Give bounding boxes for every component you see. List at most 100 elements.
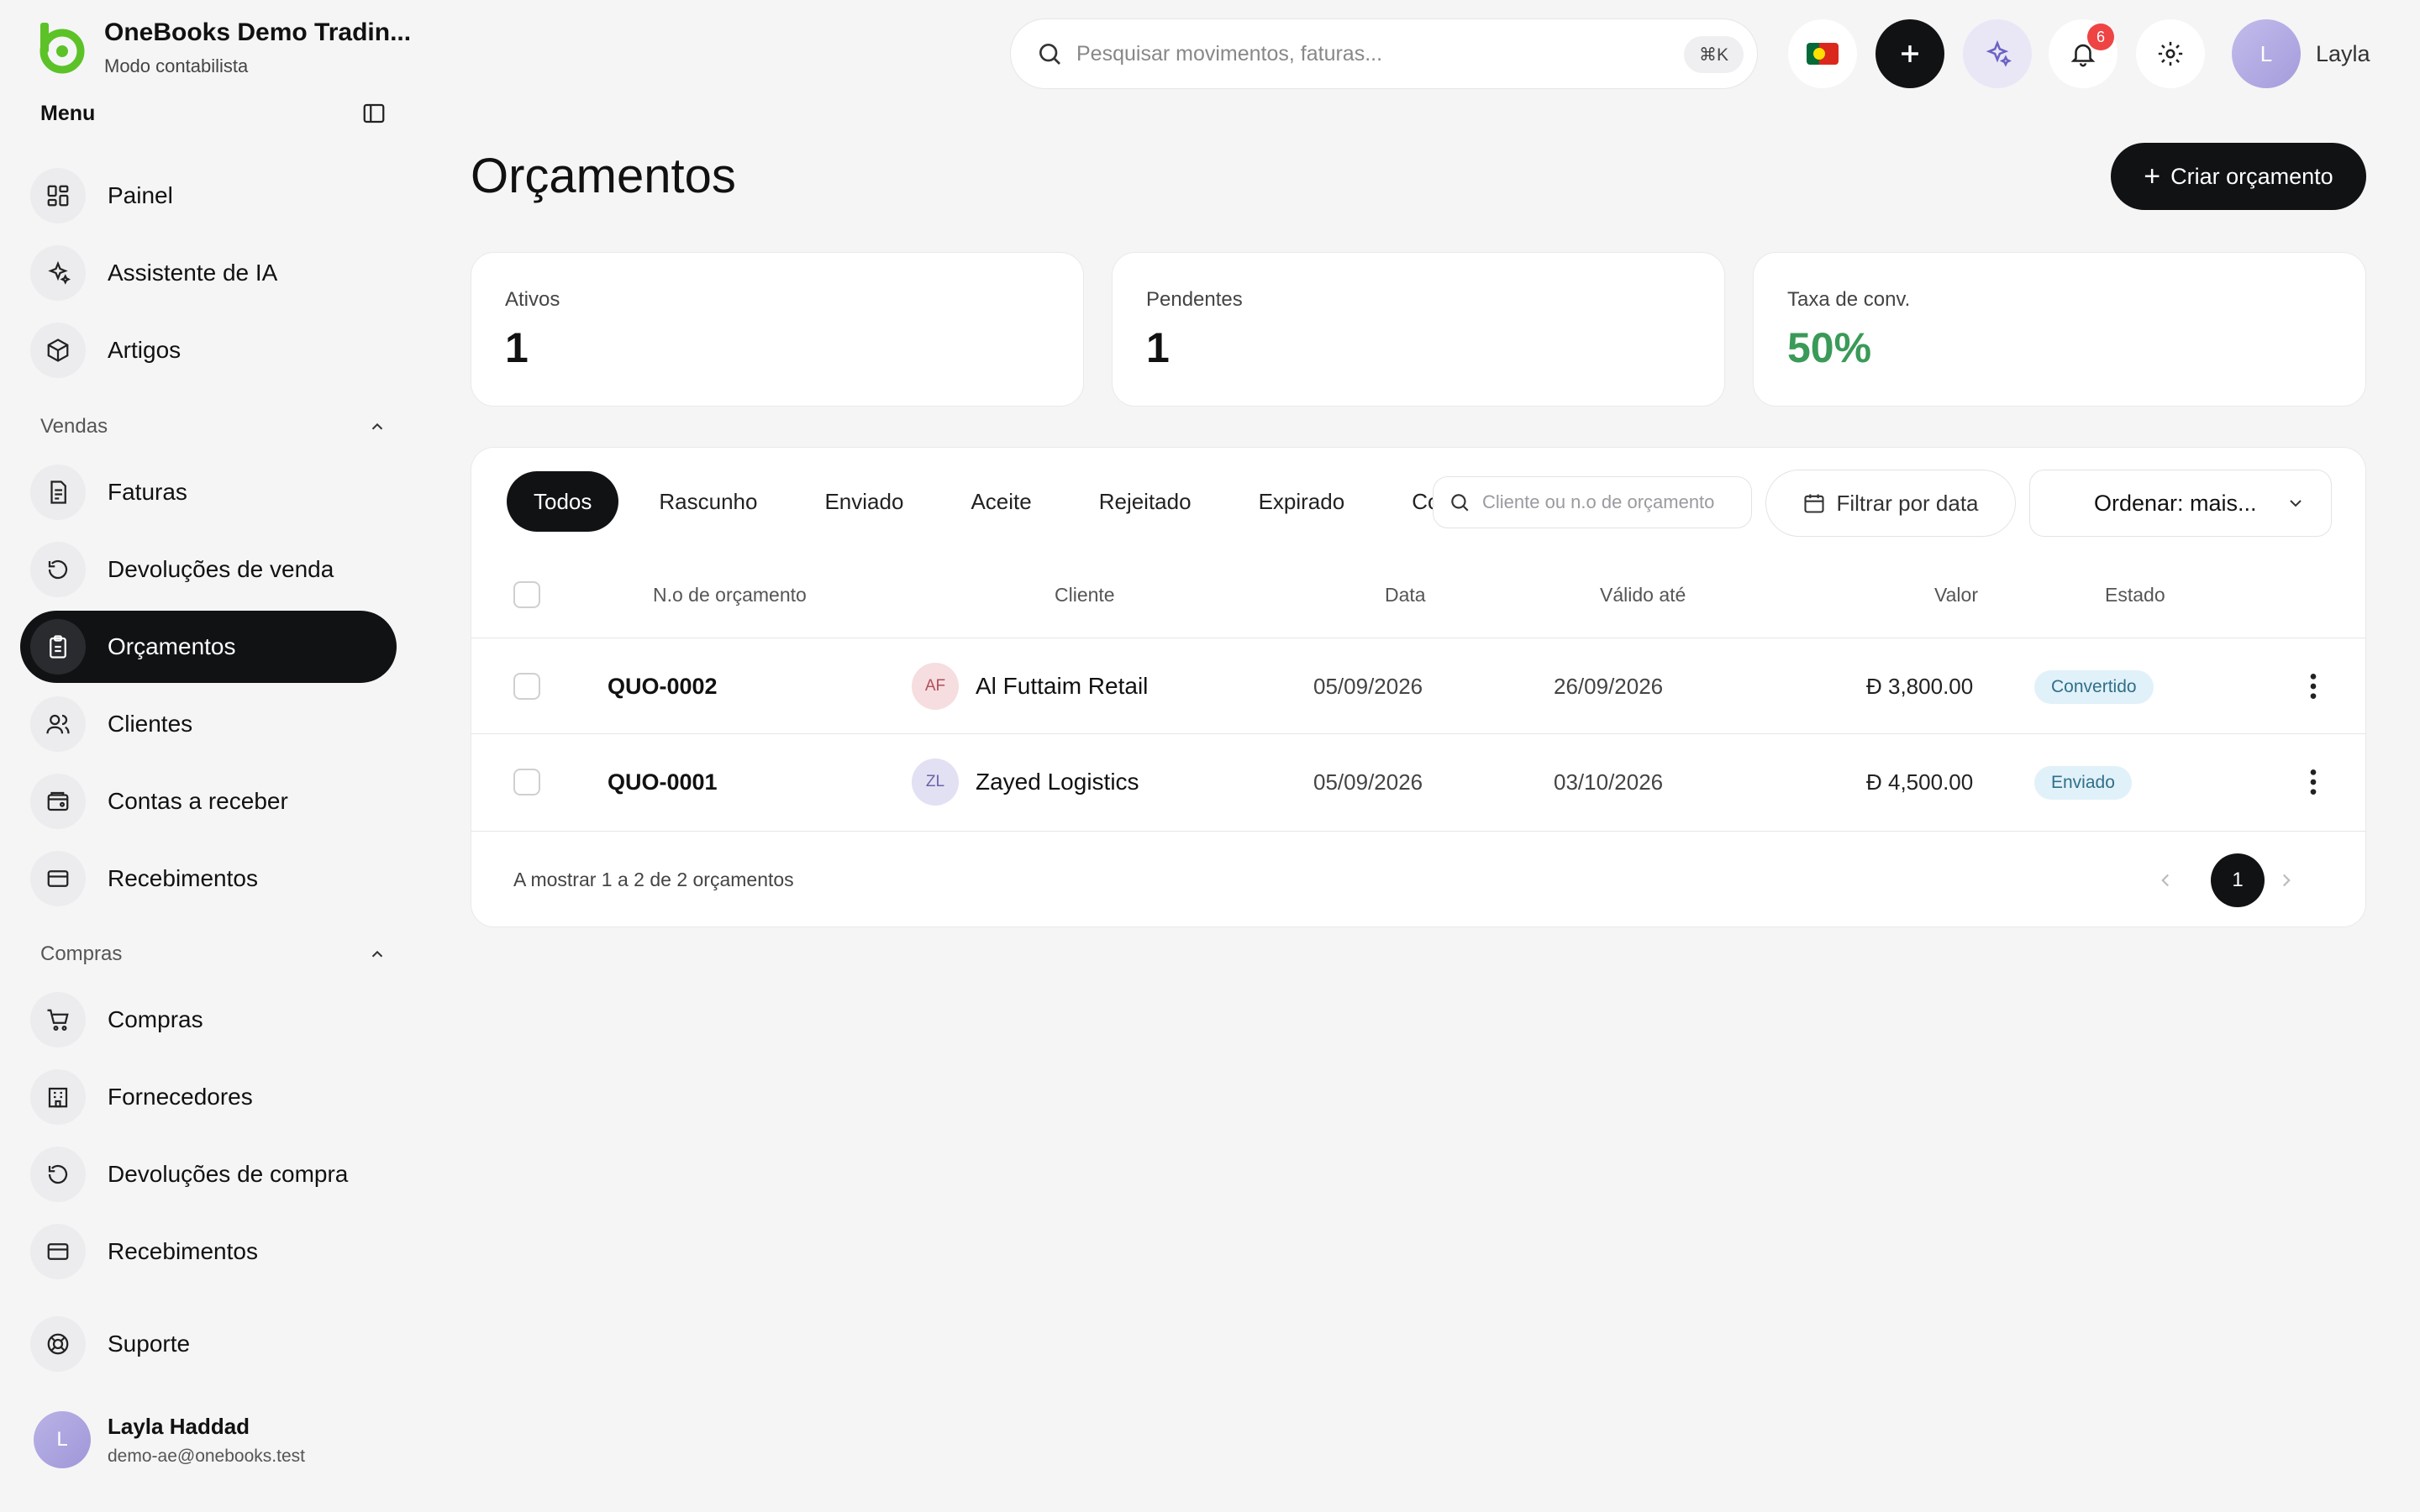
tab-expirado[interactable]: Expirado xyxy=(1232,471,1372,532)
sidebar-toggle-icon[interactable] xyxy=(361,101,387,126)
page-1-button[interactable]: 1 xyxy=(2211,853,2265,907)
table-row[interactable]: QUO-0002 AF Al Futtaim Retail 05/09/2026… xyxy=(471,638,2365,733)
stat-card-pendentes: Pendentes 1 xyxy=(1112,252,1725,407)
column-number[interactable]: N.o de orçamento xyxy=(653,584,807,606)
quote-value: Ð 4,500.00 xyxy=(1866,769,1974,795)
tab-todos[interactable]: Todos xyxy=(507,471,619,532)
sidebar-item-label: Recebimentos xyxy=(108,865,258,891)
notification-count-badge: 6 xyxy=(2087,24,2114,50)
quick-add-button[interactable] xyxy=(1876,19,1944,88)
return-icon xyxy=(48,559,68,580)
quote-date: 05/09/2026 xyxy=(1313,769,1423,795)
more-actions-icon[interactable] xyxy=(2296,765,2330,799)
search-input[interactable] xyxy=(1076,41,1665,66)
company-mode: Modo contabilista xyxy=(104,55,249,76)
package-icon xyxy=(47,339,69,362)
section-vendas[interactable]: Vendas xyxy=(40,415,387,438)
sidebar-item-clientes[interactable]: Clientes xyxy=(20,688,397,760)
pagination-info: A mostrar 1 a 2 de 2 orçamentos xyxy=(513,869,794,890)
status-badge: Enviado xyxy=(2034,766,2132,800)
tab-rejeitado[interactable]: Rejeitado xyxy=(1072,471,1218,532)
sidebar-item-label: Orçamentos xyxy=(108,633,236,659)
settings-button[interactable] xyxy=(2136,19,2205,88)
user-profile[interactable]: L Layla Haddad demo-ae@onebooks.test xyxy=(34,1411,305,1468)
portugal-flag-icon xyxy=(1807,43,1839,65)
shortcut-hint: ⌘K xyxy=(1683,36,1744,73)
sidebar-item-label: Recebimentos xyxy=(108,1238,258,1264)
customer-avatar: ZL xyxy=(912,759,959,806)
section-label: Vendas xyxy=(40,415,108,438)
table-footer: A mostrar 1 a 2 de 2 orçamentos 1 xyxy=(471,831,2365,927)
quote-value: Ð 3,800.00 xyxy=(1866,674,1974,699)
sidebar-item-label: Compras xyxy=(108,1006,203,1032)
chevron-down-icon xyxy=(2290,500,2302,507)
sidebar-item-recebimentos[interactable]: Recebimentos xyxy=(20,843,397,915)
stat-label: Pendentes xyxy=(1146,288,1243,311)
sidebar-item-devolucoes-venda[interactable]: Devoluções de venda xyxy=(20,533,397,606)
tab-aceite[interactable]: Aceite xyxy=(944,471,1058,532)
building-icon xyxy=(48,1087,68,1108)
column-status[interactable]: Estado xyxy=(2105,584,2165,606)
plus-icon: + xyxy=(2144,160,2161,192)
quote-number[interactable]: QUO-0001 xyxy=(608,769,718,795)
user-name: Layla xyxy=(2316,40,2370,66)
sidebar-item-compras[interactable]: Compras xyxy=(20,984,397,1056)
sidebar-item-fornecedores[interactable]: Fornecedores xyxy=(20,1061,397,1133)
quote-search-input[interactable] xyxy=(1482,491,1734,513)
notifications-button[interactable]: 6 xyxy=(2049,19,2118,88)
sidebar-item-devolucoes-compra[interactable]: Devoluções de compra xyxy=(20,1138,397,1210)
cart-icon xyxy=(47,1009,69,1031)
sidebar-item-label: Painel xyxy=(108,182,173,208)
stat-value: 50% xyxy=(1787,324,1872,371)
sidebar-item-assistente[interactable]: Assistente de IA xyxy=(20,237,397,309)
ai-assistant-button[interactable] xyxy=(1963,19,2032,88)
previous-page-button[interactable] xyxy=(2149,864,2182,897)
date-filter-button[interactable]: Filtrar por data xyxy=(1765,470,2016,537)
quote-valid-until: 03/10/2026 xyxy=(1554,769,1664,795)
user-menu[interactable]: L Layla xyxy=(2232,19,2370,88)
chevron-left-icon xyxy=(2161,874,2170,887)
section-label: Compras xyxy=(40,942,123,965)
customer-name: Al Futtaim Retail xyxy=(976,673,1149,699)
column-value[interactable]: Valor xyxy=(1934,584,1978,606)
sidebar-item-faturas[interactable]: Faturas xyxy=(20,456,397,528)
column-valid-until[interactable]: Válido até xyxy=(1600,584,1686,606)
select-all-checkbox[interactable] xyxy=(513,581,540,608)
card-icon xyxy=(47,870,69,887)
sidebar-item-artigos[interactable]: Artigos xyxy=(20,314,397,386)
customer-avatar: AF xyxy=(912,663,959,710)
return-icon xyxy=(48,1164,68,1184)
calendar-icon xyxy=(1804,494,1825,513)
next-page-button[interactable] xyxy=(2270,864,2303,897)
language-button[interactable] xyxy=(1788,19,1857,88)
avatar: L xyxy=(34,1411,91,1468)
sidebar-item-painel[interactable]: Painel xyxy=(20,160,397,232)
more-actions-icon[interactable] xyxy=(2296,669,2330,703)
table-row[interactable]: QUO-0001 ZL Zayed Logistics 05/09/2026 0… xyxy=(471,733,2365,829)
tab-enviado[interactable]: Enviado xyxy=(797,471,930,532)
plus-icon xyxy=(1902,45,1918,62)
search-icon xyxy=(1451,494,1469,512)
sidebar-item-recebimentos-compra[interactable]: Recebimentos xyxy=(20,1215,397,1288)
quote-date: 05/09/2026 xyxy=(1313,674,1423,699)
stat-value: 1 xyxy=(1146,324,1170,371)
sort-select[interactable]: Ordenar: mais... xyxy=(2029,470,2332,537)
row-checkbox[interactable] xyxy=(513,769,540,795)
sidebar-item-orcamentos[interactable]: Orçamentos xyxy=(20,611,397,683)
row-checkbox[interactable] xyxy=(513,673,540,700)
quote-valid-until: 26/09/2026 xyxy=(1554,674,1664,699)
sidebar-item-contas-receber[interactable]: Contas a receber xyxy=(20,765,397,837)
section-compras[interactable]: Compras xyxy=(40,942,387,966)
create-quote-button[interactable]: + Criar orçamento xyxy=(2111,143,2366,210)
column-customer[interactable]: Cliente xyxy=(1055,584,1115,606)
global-search[interactable]: ⌘K xyxy=(1010,18,1758,89)
quote-number[interactable]: QUO-0002 xyxy=(608,674,718,700)
company-name: OneBooks Demo Tradin... xyxy=(104,18,412,46)
tab-rascunho[interactable]: Rascunho xyxy=(632,471,784,532)
sidebar-item-suporte[interactable]: Suporte xyxy=(20,1308,397,1380)
column-date[interactable]: Data xyxy=(1385,584,1426,606)
stat-label: Taxa de conv. xyxy=(1787,288,1911,311)
sidebar-item-label: Artigos xyxy=(108,337,182,363)
brand[interactable]: OneBooks Demo Tradin... Modo contabilist… xyxy=(32,18,411,77)
quote-search[interactable] xyxy=(1433,476,1752,528)
